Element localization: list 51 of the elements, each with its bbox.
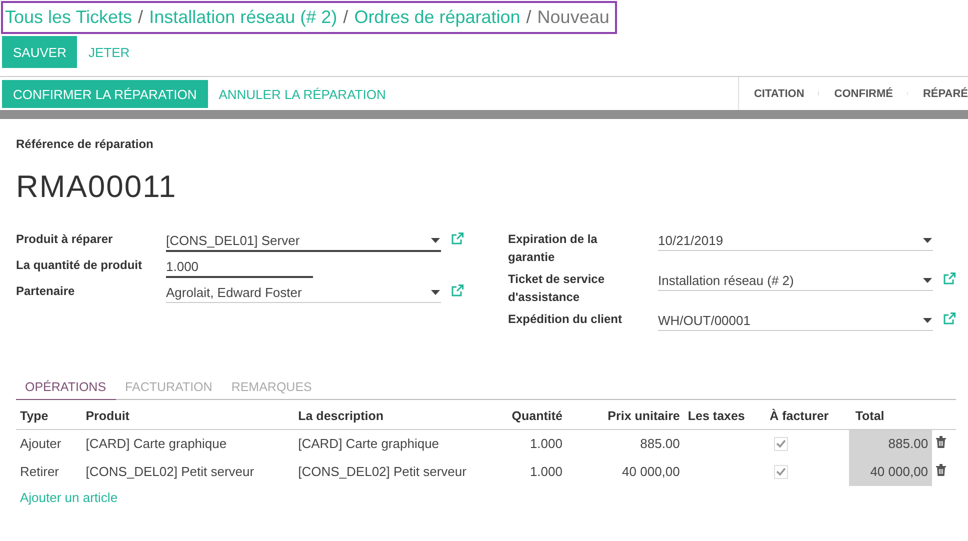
column-header[interactable]: Type xyxy=(16,403,82,430)
field-label: La quantité de produit xyxy=(16,257,143,274)
column-header[interactable]: Prix unitaire xyxy=(566,403,684,430)
caret-icon xyxy=(923,238,932,242)
breadcrumb-separator: / xyxy=(526,7,532,28)
checkbox[interactable] xyxy=(774,464,788,478)
field-label: Produit à réparer xyxy=(16,231,114,248)
checkbox[interactable] xyxy=(774,436,788,450)
dropdown-field[interactable]: [CONS_DEL01] Server xyxy=(166,230,441,252)
dropdown-field[interactable]: Agrolait, Edward Foster xyxy=(166,282,441,303)
reference-title: RMA00011 xyxy=(16,169,178,205)
table-cell: 885.00 xyxy=(849,430,932,458)
tab[interactable]: OPÉRATIONS xyxy=(16,375,116,400)
table-cell-text: 40 000,00 xyxy=(621,463,681,481)
input-field[interactable]: 1.000 xyxy=(166,256,313,278)
table-cell-text: [CONS_DEL02] Petit serveur xyxy=(84,463,256,481)
table-cell-text: Retirer xyxy=(19,463,60,481)
table-cell: [CARD] Carte graphique xyxy=(294,430,497,458)
column-header[interactable]: Les taxes xyxy=(684,403,766,430)
external-link-icon[interactable] xyxy=(451,232,464,245)
field-label: Expédition du client xyxy=(508,311,624,328)
breadcrumb-separator: / xyxy=(138,7,144,28)
column-header[interactable]: Produit xyxy=(82,403,294,430)
table-cell: 40 000,00 xyxy=(849,458,932,486)
caret-icon xyxy=(431,290,440,294)
status-stage[interactable]: RÉPARÉ xyxy=(908,77,968,110)
column-header[interactable]: À facturer xyxy=(766,403,850,430)
external-link-icon[interactable] xyxy=(943,312,956,325)
field-label: Référence de réparation xyxy=(16,137,154,151)
dropdown-field[interactable]: Installation réseau (# 2) xyxy=(658,270,933,291)
table-cell-text: 1.000 xyxy=(528,463,564,481)
trash-icon[interactable] xyxy=(936,436,946,448)
breadcrumb-separator: / xyxy=(343,7,348,28)
table-cell-text: [CONS_DEL02] Petit serveur xyxy=(297,463,468,481)
caret-icon xyxy=(923,278,932,282)
caret-icon xyxy=(923,318,932,322)
column-header[interactable]: La description xyxy=(294,403,497,430)
field-label: Expiration de la garantie xyxy=(508,231,598,266)
table-cell: Ajouter xyxy=(16,430,82,458)
external-link-icon[interactable] xyxy=(451,284,464,297)
dropdown-field[interactable]: WH/OUT/00001 xyxy=(658,310,933,331)
column-header[interactable]: Quantité xyxy=(496,403,566,430)
external-link-icon[interactable] xyxy=(943,272,956,285)
table-cell: 885.00 xyxy=(566,430,684,458)
table-cell: [CARD] Carte graphique xyxy=(82,430,294,458)
field-label: Partenaire xyxy=(16,283,76,300)
table-cell: 1.000 xyxy=(496,430,566,458)
field-label: Ticket de service d'assistance xyxy=(508,271,606,306)
caret-icon xyxy=(431,238,440,242)
dropdown-field[interactable]: 10/21/2019 xyxy=(658,230,933,251)
trash-icon[interactable] xyxy=(936,464,946,476)
